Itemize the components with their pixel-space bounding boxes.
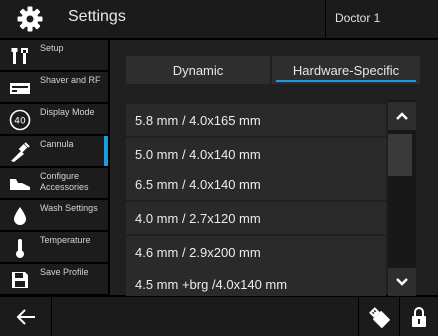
- lock-icon: [412, 306, 426, 327]
- selected-tab-indicator: [276, 80, 416, 82]
- list-item-label: 4.0 mm / 2.7x120 mm: [135, 210, 261, 226]
- sidebar-item-label: Shaver and RF: [40, 75, 101, 85]
- tab-dynamic[interactable]: Dynamic: [126, 56, 270, 84]
- chevron-down-icon: [396, 278, 408, 286]
- list-item[interactable]: 5.0 mm / 4.0x140 mm: [126, 138, 386, 170]
- save-icon: [4, 269, 36, 291]
- list-item-label: 4.6 mm / 2.9x200 mm: [135, 244, 261, 260]
- accessories-icon: [4, 173, 36, 195]
- console-icon: [4, 77, 36, 99]
- sidebar-item-configure-accessories[interactable]: Configure Accessories: [0, 168, 108, 198]
- usb-button[interactable]: [358, 297, 398, 336]
- sidebar-item-label: Configure Accessories: [40, 171, 89, 192]
- list-item[interactable]: 6.5 mm / 4.0x140 mm: [126, 168, 386, 200]
- back-button[interactable]: [0, 297, 52, 336]
- sidebar-item-label: Wash Settings: [40, 203, 98, 213]
- footer-bar: [0, 297, 438, 336]
- list-item[interactable]: 4.5 mm +brg /4.0x140 mm: [126, 268, 386, 296]
- sidebar-item-label: Cannula: [40, 139, 74, 149]
- svg-text:40: 40: [14, 117, 26, 127]
- sidebar-item-save-profile[interactable]: Save Profile: [0, 264, 108, 294]
- list-item[interactable]: 5.8 mm / 4.0x165 mm: [126, 104, 386, 136]
- list-item[interactable]: 4.0 mm / 2.7x120 mm: [126, 202, 386, 234]
- gear-icon: [10, 3, 50, 35]
- lock-button[interactable]: [399, 297, 438, 336]
- header-bar: Settings Doctor 1: [0, 0, 438, 38]
- display-mode-icon: 40: [4, 109, 36, 131]
- usb-icon: [368, 306, 390, 328]
- scroll-up-button[interactable]: [388, 102, 416, 130]
- sidebar-item-wash-settings[interactable]: Wash Settings: [0, 200, 108, 230]
- chevron-up-icon: [396, 112, 408, 120]
- sidebar: Setup Shaver and RF 40 Display Mode Cann…: [0, 40, 108, 295]
- list-item-label: 4.5 mm +brg /4.0x140 mm: [135, 276, 288, 292]
- list-item-label: 5.8 mm / 4.0x165 mm: [135, 112, 261, 128]
- thermometer-icon: [4, 237, 36, 259]
- sidebar-item-display-mode[interactable]: 40 Display Mode: [0, 104, 108, 134]
- arrow-left-icon: [16, 308, 35, 325]
- active-indicator: [104, 136, 108, 166]
- sidebar-item-label: Display Mode: [40, 107, 95, 117]
- list-item-label: 5.0 mm / 4.0x140 mm: [135, 146, 261, 162]
- sidebar-item-label: Temperature: [40, 235, 91, 245]
- tab-hardware-specific[interactable]: Hardware-Specific: [272, 56, 420, 84]
- sidebar-item-setup[interactable]: Setup: [0, 40, 108, 70]
- scroll-down-button[interactable]: [388, 268, 416, 296]
- list-item-label: 6.5 mm / 4.0x140 mm: [135, 176, 261, 192]
- tab-label: Hardware-Specific: [292, 62, 400, 78]
- sidebar-item-cannula[interactable]: Cannula: [0, 136, 108, 166]
- user-name: Doctor 1: [335, 11, 381, 25]
- mode-tabs: Dynamic Hardware-Specific: [126, 56, 420, 84]
- cannula-icon: [4, 141, 36, 163]
- drop-icon: [4, 205, 36, 227]
- sidebar-item-label: Setup: [40, 43, 64, 53]
- list-item[interactable]: 4.6 mm / 2.9x200 mm: [126, 236, 386, 268]
- sidebar-item-shaver-rf[interactable]: Shaver and RF: [0, 72, 108, 102]
- sidebar-item-temperature[interactable]: Temperature: [0, 232, 108, 262]
- scrollbar-thumb[interactable]: [388, 134, 412, 176]
- cannula-panel: Dynamic Hardware-Specific 5.8 mm / 4.0x1…: [110, 40, 438, 296]
- cannula-list: 5.8 mm / 4.0x165 mm 5.0 mm / 4.0x140 mm …: [126, 100, 386, 296]
- tools-icon: [4, 45, 36, 67]
- page-title: Settings: [68, 8, 126, 25]
- sidebar-item-label: Save Profile: [40, 267, 89, 277]
- user-profile[interactable]: Doctor 1: [325, 0, 438, 38]
